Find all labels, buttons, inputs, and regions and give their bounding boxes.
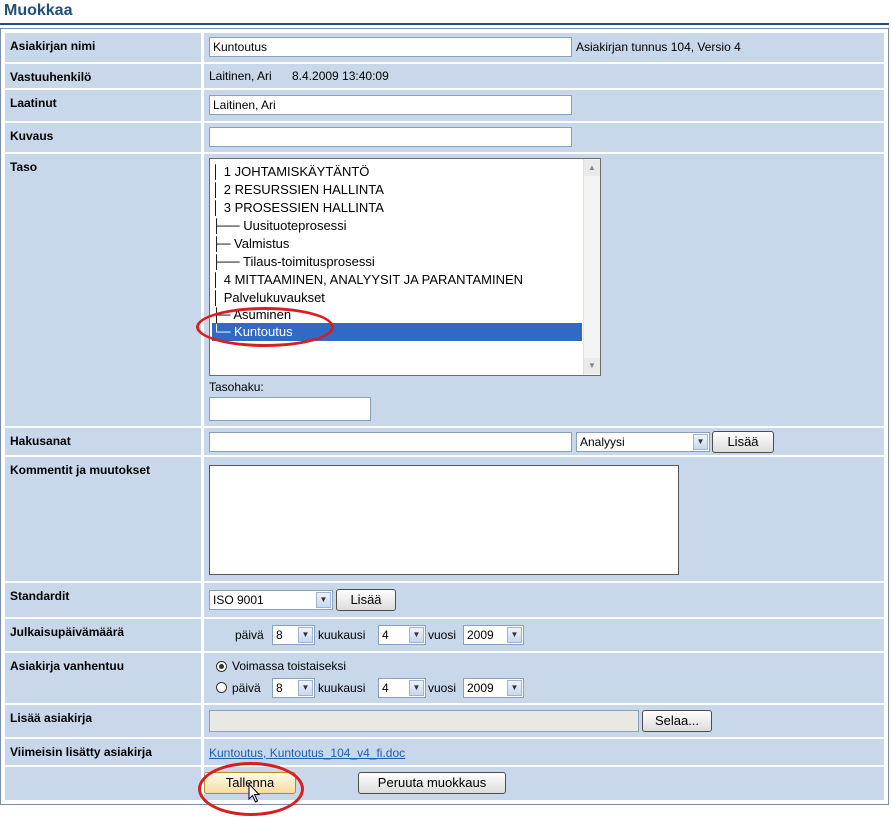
level-item[interactable]: │ 2 RESURSSIEN HALLINTA [212, 181, 582, 199]
expiry-date-radio[interactable] [216, 682, 227, 693]
browse-button[interactable]: Selaa... [642, 710, 712, 732]
responsible-datetime: 8.4.2009 13:40:09 [292, 69, 389, 83]
row-description: Kuvaus [5, 123, 884, 152]
row-keywords: Hakusanat Analyysi ▼ Lisää [5, 428, 884, 455]
level-search-label: Tasohaku: [209, 380, 264, 394]
row-publish-date: Julkaisupäivämäärä päivä 8 ▼ kuukausi 4 … [5, 619, 884, 651]
publish-month-select[interactable]: 4 ▼ [378, 625, 426, 645]
mouse-cursor-icon [248, 783, 261, 803]
level-label: Taso [5, 154, 201, 426]
row-author: Laatinut Laitinen, Ari [5, 90, 884, 121]
row-expiry: Asiakirja vanhentuu Voimassa toistaiseks… [5, 653, 884, 703]
comments-textarea[interactable] [209, 465, 679, 575]
row-comments: Kommentit ja muutokset [5, 457, 884, 581]
standards-select-value: ISO 9001 [213, 593, 264, 607]
expiry-day-label: päivä [232, 681, 261, 695]
row-actions: Tallenna Peruuta muokkaus [5, 767, 884, 800]
chevron-down-icon[interactable]: ▼ [409, 680, 424, 696]
expiry-year-select[interactable]: 2009 ▼ [463, 678, 524, 698]
page-title: Muokkaa [4, 2, 73, 19]
level-item[interactable]: │ Palvelukuvaukset [212, 289, 582, 307]
add-document-label: Lisää asiakirja [5, 705, 201, 737]
row-add-document: Lisää asiakirja Selaa... [5, 705, 884, 737]
responsible-person: Laitinen, Ari [209, 69, 272, 83]
keywords-select-value: Analyysi [580, 435, 625, 449]
row-level: Taso │ 1 JOHTAMISKÄYTÄNTÖ │ 2 RESURSSIEN… [5, 154, 884, 426]
standards-label: Standardit [5, 583, 201, 617]
title-divider [0, 23, 889, 25]
standards-select[interactable]: ISO 9001 ▼ [209, 590, 333, 610]
author-input[interactable]: Laitinen, Ari [209, 95, 572, 115]
expiry-month-label: kuukausi [318, 681, 366, 695]
cancel-edit-button[interactable]: Peruuta muokkaus [358, 772, 506, 794]
author-label: Laatinut [5, 90, 201, 121]
standards-add-button[interactable]: Lisää [336, 589, 396, 611]
expiry-valid-radio[interactable] [216, 661, 227, 672]
level-item[interactable]: │ 3 PROSESSIEN HALLINTA [212, 199, 582, 217]
document-name-input[interactable]: Kuntoutus [209, 37, 572, 57]
publish-day-value: 8 [276, 628, 283, 642]
publish-year-select[interactable]: 2009 ▼ [463, 625, 524, 645]
scroll-up-icon[interactable]: ▲ [584, 160, 600, 176]
keywords-input[interactable] [209, 432, 572, 452]
level-item[interactable]: │ 4 MITTAAMINEN, ANALYYSIT JA PARANTAMIN… [212, 271, 582, 289]
chevron-down-icon[interactable]: ▼ [409, 627, 424, 643]
expiry-valid-label: Voimassa toistaiseksi [232, 659, 347, 673]
publish-year-label: vuosi [428, 628, 457, 642]
keywords-add-button[interactable]: Lisää [712, 431, 774, 453]
chevron-down-icon[interactable]: ▼ [298, 627, 313, 643]
chevron-down-icon[interactable]: ▼ [507, 680, 522, 696]
responsible-label: Vastuuhenkilö [5, 64, 201, 88]
latest-document-label: Viimeisin lisätty asiakirja [5, 739, 201, 765]
row-latest-document: Viimeisin lisätty asiakirja Kuntoutus, K… [5, 739, 884, 765]
file-path-input[interactable] [209, 710, 639, 732]
row-document-name: Asiakirjan nimi Kuntoutus Asiakirjan tun… [5, 33, 884, 62]
publish-month-value: 4 [382, 628, 389, 642]
level-item[interactable]: ├─ Valmistus [212, 235, 582, 253]
highlight-ellipse [196, 307, 334, 347]
level-item[interactable]: ├── Tilaus-toimitusprosessi [212, 253, 582, 271]
expiry-year-value: 2009 [467, 681, 494, 695]
expiry-month-value: 4 [382, 681, 389, 695]
level-item[interactable]: ├── Uusituoteprosessi [212, 217, 582, 235]
document-id-info: Asiakirjan tunnus 104, Versio 4 [576, 40, 741, 54]
keywords-select[interactable]: Analyysi ▼ [576, 432, 710, 452]
description-input[interactable] [209, 127, 572, 147]
row-standards: Standardit ISO 9001 ▼ Lisää [5, 583, 884, 617]
publish-date-label: Julkaisupäivämäärä [5, 619, 201, 651]
scroll-down-icon[interactable]: ▼ [584, 358, 600, 374]
expiry-label: Asiakirja vanhentuu [5, 653, 201, 703]
publish-day-select[interactable]: 8 ▼ [272, 625, 315, 645]
chevron-down-icon[interactable]: ▼ [316, 592, 331, 608]
comments-label: Kommentit ja muutokset [5, 457, 201, 581]
row-responsible: Vastuuhenkilö Laitinen, Ari 8.4.2009 13:… [5, 64, 884, 88]
description-label: Kuvaus [5, 123, 201, 152]
expiry-month-select[interactable]: 4 ▼ [378, 678, 426, 698]
latest-document-link[interactable]: Kuntoutus, Kuntoutus_104_v4_fi.doc [209, 746, 405, 760]
chevron-down-icon[interactable]: ▼ [507, 627, 522, 643]
chevron-down-icon[interactable]: ▼ [693, 434, 708, 450]
level-item[interactable]: │ 1 JOHTAMISKÄYTÄNTÖ [212, 163, 582, 181]
level-scrollbar[interactable]: ▲ ▼ [583, 159, 600, 375]
publish-day-label: päivä [235, 628, 264, 642]
expiry-day-select[interactable]: 8 ▼ [272, 678, 315, 698]
expiry-year-label: vuosi [428, 681, 457, 695]
keywords-label: Hakusanat [5, 428, 201, 455]
edit-form: Asiakirjan nimi Kuntoutus Asiakirjan tun… [0, 28, 889, 805]
chevron-down-icon[interactable]: ▼ [298, 680, 313, 696]
expiry-day-value: 8 [276, 681, 283, 695]
publish-year-value: 2009 [467, 628, 494, 642]
document-name-label: Asiakirjan nimi [5, 33, 201, 62]
publish-month-label: kuukausi [318, 628, 366, 642]
level-search-input[interactable] [209, 397, 371, 421]
